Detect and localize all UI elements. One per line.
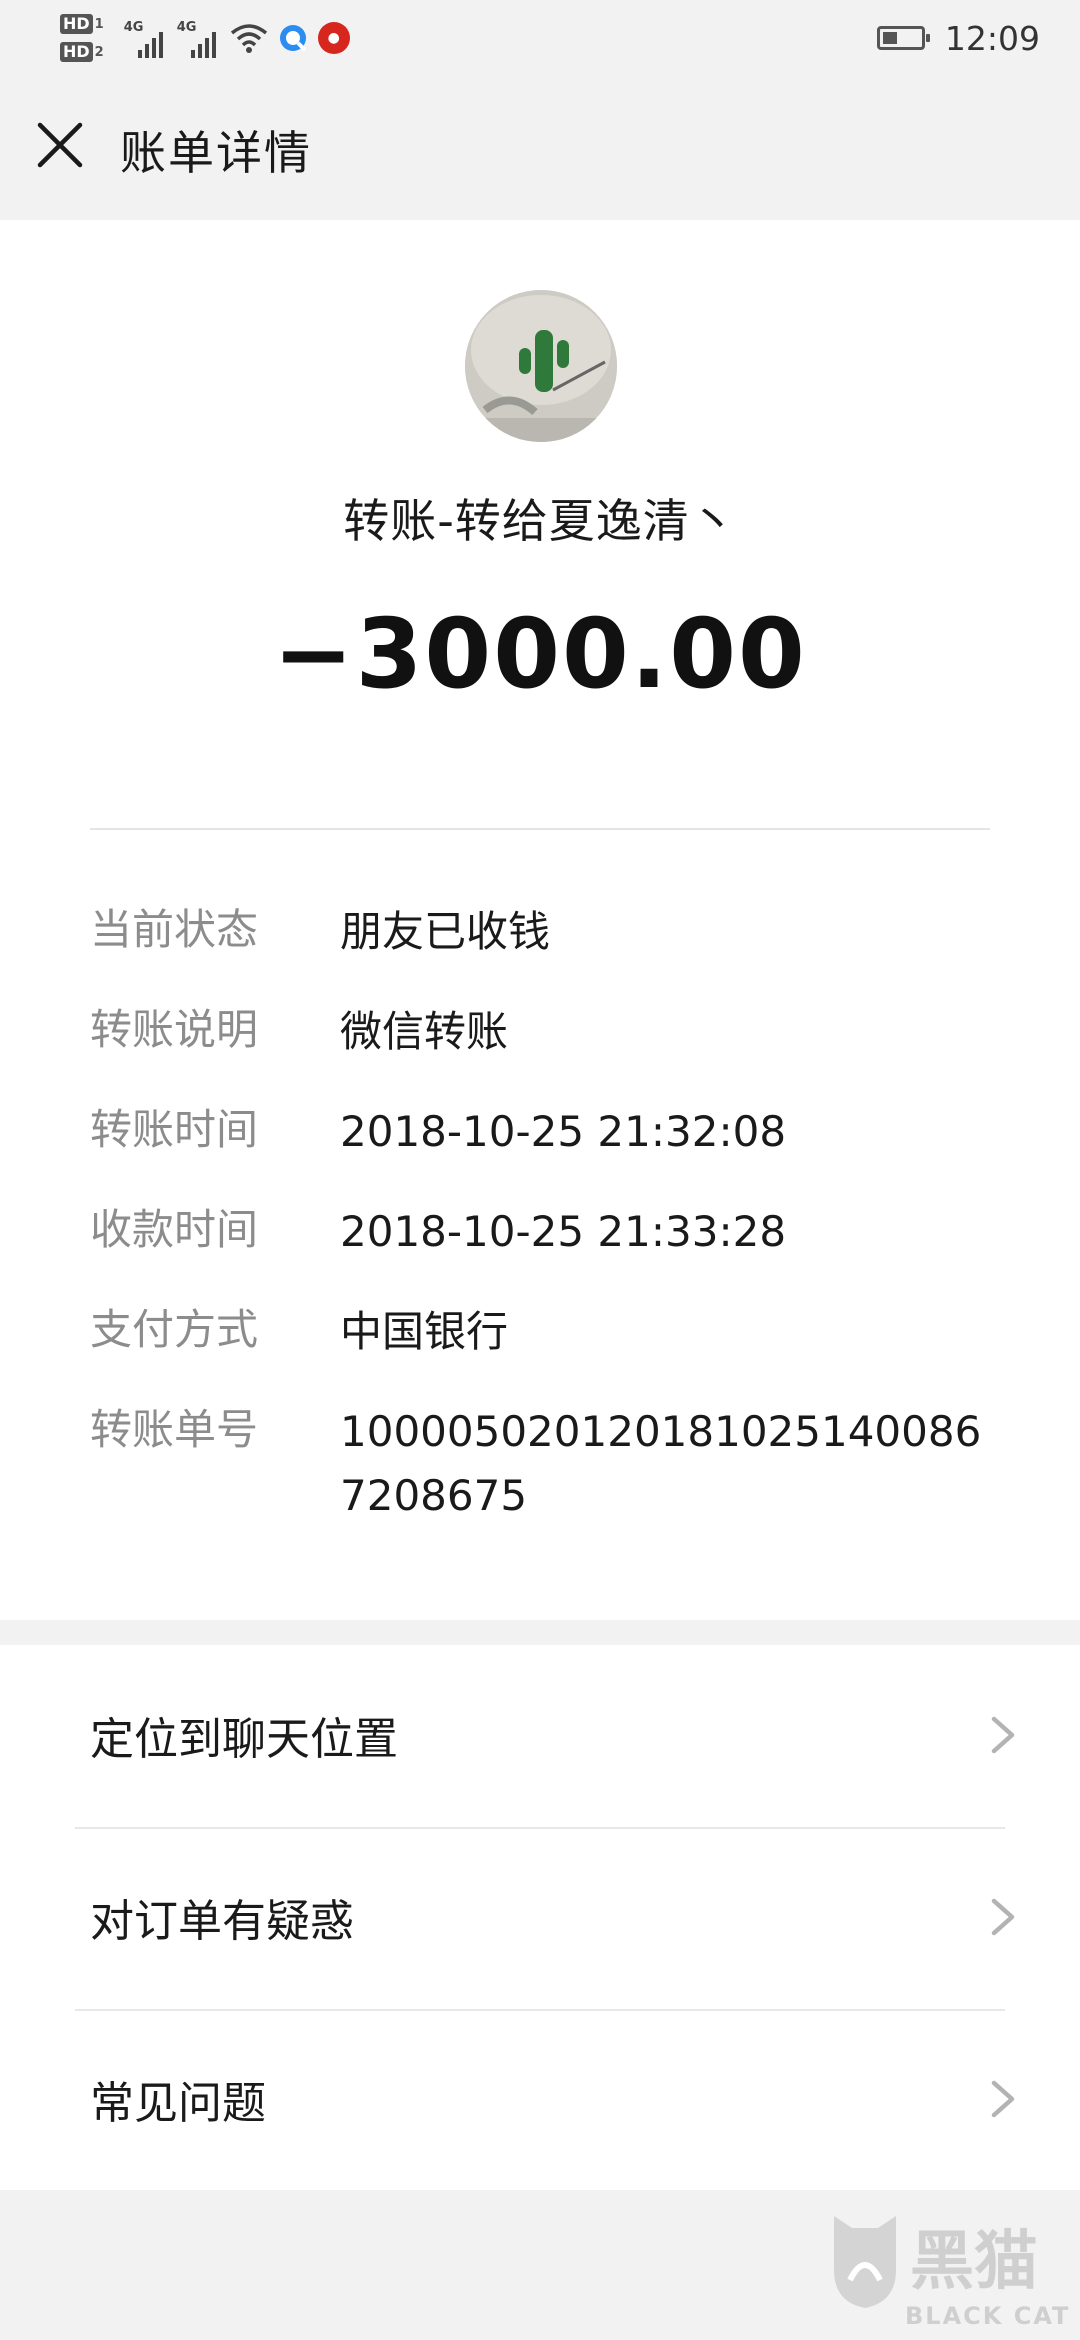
info-row-note: 转账说明 微信转账 [90,1000,1000,1064]
status-bar: HD 1 HD 2 4G 4G ● 12:09 [0,0,1080,75]
watermark-subtext: BLACK CAT [905,2302,1071,2330]
status-left: HD 1 HD 2 4G 4G ● [60,8,350,68]
header: 账单详情 [0,75,1080,220]
info-label: 转账单号 [90,1405,259,1454]
payee-title: 转账-转给夏逸清丶 [343,494,737,548]
action-label: 常见问题 [90,2078,266,2129]
watermark-text: 黑猫 [910,2225,1038,2299]
browser-icon [279,25,307,52]
hd2-badge: HD [60,42,93,62]
wifi-icon [230,24,267,53]
divider [90,828,990,830]
info-list: 当前状态 朋友已收钱 转账说明 微信转账 转账时间 2018-10-25 21:… [90,900,1000,1564]
info-row-transfer-time: 转账时间 2018-10-25 21:32:08 [90,1100,1000,1164]
info-label: 转账时间 [90,1105,259,1154]
info-row-payment-method: 支付方式 中国银行 [90,1300,1000,1364]
action-label: 定位到聊天位置 [90,1714,398,1765]
info-row-receive-time: 收款时间 2018-10-25 21:33:28 [90,1200,1000,1264]
locate-chat-button[interactable]: 定位到聊天位置 [0,1645,1080,1827]
info-value: 微信转账 [340,1007,509,1056]
info-label: 当前状态 [90,905,259,954]
close-icon[interactable] [30,115,90,175]
info-row-status: 当前状态 朋友已收钱 [90,900,1000,964]
faq-button[interactable]: 常见问题 [0,2009,1080,2191]
info-value: 2018-10-25 21:32:08 [340,1107,787,1156]
page-title: 账单详情 [120,126,312,180]
order-number: 100005020120181025140086720867​5 [340,1407,982,1520]
sim2-signal: 4G [177,18,216,58]
signal-icon [190,32,216,58]
avatar[interactable] [465,290,617,442]
info-label: 支付方式 [90,1305,259,1354]
info-value: 中国银行 [340,1307,509,1356]
signal-icon [137,32,163,58]
info-label: 转账说明 [90,1005,259,1054]
info-value: 朋友已收钱 [340,907,551,956]
hd1-number: 1 [94,16,104,32]
battery-icon [876,26,930,50]
info-value: 2018-10-25 21:33:28 [340,1207,787,1256]
hd1-badge: HD [60,14,93,34]
chevron-right-icon [991,1716,1015,1754]
action-list: 定位到聊天位置 对订单有疑惑 常见问题 [0,1645,1080,2190]
chevron-right-icon [991,2080,1015,2118]
info-row-order-number: 转账单号 100005020120181025140086720867​5 [90,1400,1000,1528]
hd2-number: 2 [94,44,104,60]
transaction-detail-card: 转账-转给夏逸清丶 −3000.00 当前状态 朋友已收钱 转账说明 微信转账 … [0,220,1080,1620]
action-label: 对订单有疑惑 [90,1896,354,1947]
sim1-network-label: 4G [123,20,144,35]
chevron-right-icon [991,1898,1015,1936]
avatar-image [465,290,617,442]
amount: −3000.00 [273,598,807,710]
order-question-button[interactable]: 对订单有疑惑 [0,1827,1080,2009]
info-label: 收款时间 [90,1205,259,1254]
watermark: 黑猫 BLACK CAT [800,2210,1080,2340]
sim1-signal: 4G [124,18,163,58]
clock: 12:09 [944,18,1040,58]
status-right: 12:09 [876,14,1040,62]
cat-logo-icon [834,2216,896,2308]
news-app-icon: ● [317,22,350,54]
hd-indicators: HD 1 HD 2 [60,10,104,66]
sim2-network-label: 4G [176,20,197,35]
bill-detail-page: HD 1 HD 2 4G 4G ● 12:09 账单详情 转账-转给夏逸清丶 −… [0,0,1080,2340]
